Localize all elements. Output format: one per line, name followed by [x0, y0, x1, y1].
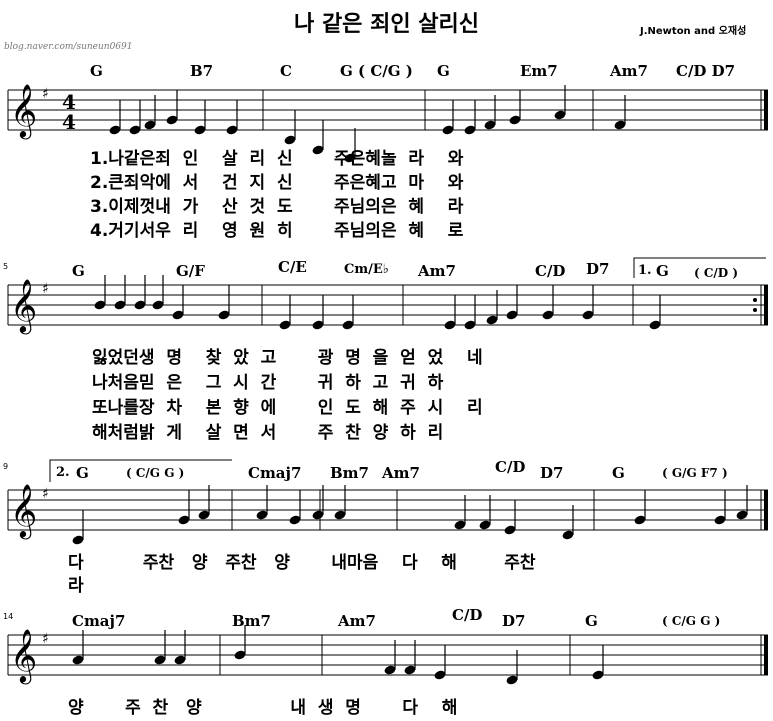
chord-s2-2: G/F: [176, 262, 205, 280]
chord-s4-2: Bm7: [232, 612, 271, 630]
chord-s4-4: C/D: [452, 606, 483, 624]
chord-s1-2: B7: [190, 62, 214, 80]
chord-s4-3: Am7: [338, 612, 376, 630]
chord-s3-3: Cmaj7: [248, 464, 302, 482]
chord-s3-4: Bm7: [330, 464, 369, 482]
chord-s2-8: G: [656, 262, 669, 280]
chord-s4-5: D7: [502, 612, 526, 630]
chord-s3-6: C/D: [495, 458, 526, 476]
lyrics-s1-verse4: 4.거기서우 리 영 원 히 주님의은 혜 로: [90, 221, 464, 241]
ending-2-label: 2.: [56, 465, 70, 480]
chord-s2-9: ( C/D ): [694, 266, 739, 280]
chord-s3-8: G: [612, 464, 625, 482]
chord-s1-5: G: [437, 62, 450, 80]
chord-s2-7: D7: [586, 260, 610, 278]
chord-s4-6: G: [585, 612, 598, 630]
lyrics-s2-verse4: 해처럼밝 게 살 면 서 주 찬 양 하 리: [92, 423, 444, 443]
chord-s2-4: Cm/E♭: [344, 262, 389, 277]
treble-clef: 𝄞: [10, 278, 37, 334]
lyrics-s3-line2: 라: [68, 576, 84, 596]
treble-clef: 𝄞: [10, 83, 37, 139]
lyrics-s1-verse1: 1.나같은죄 인 살 리 신 주은혜놀 라 와: [90, 149, 464, 169]
measure-number-5: 5: [3, 262, 9, 271]
lyrics-s4-line1: 양 주 찬 양 내 생 명 다 해: [68, 698, 458, 718]
chord-s2-5: Am7: [418, 262, 456, 280]
chord-s2-3: C/E: [278, 258, 307, 276]
key-signature-sharp: ♯: [42, 486, 49, 502]
lyrics-s3-line1: 다 주찬 양 주찬 양 내마음 다 해 주찬: [68, 553, 536, 573]
chord-s1-8: C/D D7: [676, 62, 736, 80]
lyrics-s2-verse1: 잃었던생 명 찾 았 고 광 명 을 얻 었 네: [92, 348, 483, 368]
chord-s2-6: C/D: [535, 262, 566, 280]
treble-clef: 𝄞: [10, 483, 37, 539]
repeat-dot: [753, 308, 757, 312]
lyrics-s2-verse2: 나처음믿 은 그 시 간 귀 하 고 귀 하: [92, 373, 444, 393]
chord-s3-7: D7: [540, 464, 564, 482]
chord-s3-9: ( G/G F7 ): [662, 466, 728, 480]
chord-s1-7: Am7: [610, 62, 648, 80]
chord-s1-4: G ( C/G ): [340, 62, 413, 80]
key-signature-sharp: ♯: [42, 281, 49, 297]
chord-s3-1: G: [76, 464, 89, 482]
chord-s1-1: G: [90, 62, 103, 80]
key-signature-sharp: ♯: [42, 86, 49, 102]
chord-s1-3: C: [280, 62, 292, 80]
lyrics-s1-verse2: 2.큰죄악에 서 건 지 신 주은혜고 마 와: [90, 173, 464, 193]
chord-s1-6: Em7: [520, 62, 558, 80]
time-signature-bottom: 4: [62, 110, 76, 134]
chord-s3-2: ( C/G G ): [126, 466, 185, 480]
measure-number-14: 14: [3, 612, 14, 621]
treble-clef: 𝄞: [10, 628, 37, 684]
ending-1-label: 1.: [638, 263, 652, 278]
repeat-dot: [753, 298, 757, 302]
chord-s3-5: Am7: [382, 464, 420, 482]
key-signature-sharp: ♯: [42, 631, 49, 647]
chord-s4-7: ( C/G G ): [662, 614, 721, 628]
chord-s2-1: G: [72, 262, 85, 280]
measure-number-9: 9: [3, 462, 9, 471]
chord-s4-1: Cmaj7: [72, 612, 126, 630]
lyrics-s2-verse3: 또나를장 차 본 향 에 인 도 해 주 시 리: [92, 398, 483, 418]
lyrics-s1-verse3: 3.이제껏내 가 산 것 도 주님의은 혜 라: [90, 197, 464, 217]
